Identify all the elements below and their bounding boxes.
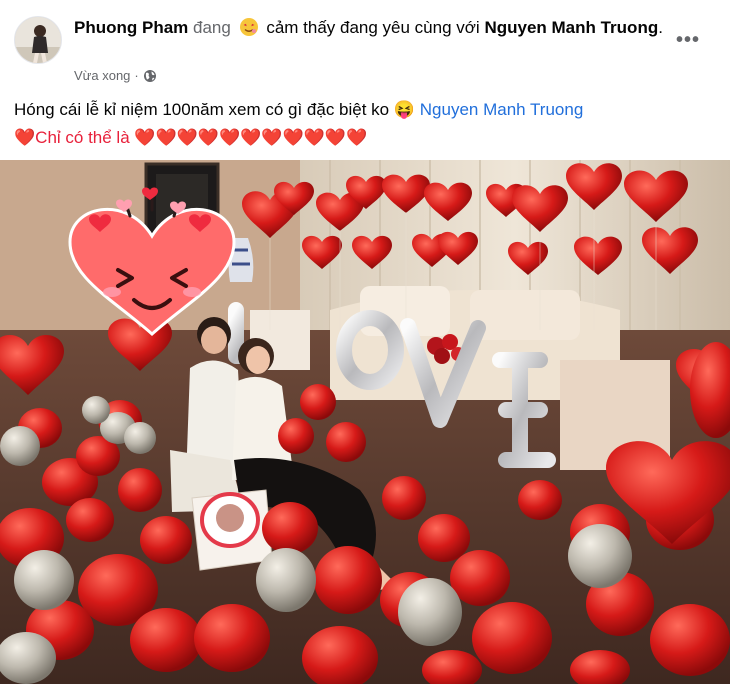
caption-line-1: Hóng cái lễ kỉ niệm 100năm xem có gì đặc… xyxy=(14,96,714,124)
tongue-out-emoji-icon: 😝 xyxy=(393,100,416,119)
tagged-suffix: . xyxy=(658,18,663,37)
caption-text: Hóng cái lễ kỉ niệm 100năm xem có gì đặc… xyxy=(14,100,390,119)
caption-line-2: ❤️Chỉ có thể là ❤️❤️❤️❤️❤️❤️❤️❤️❤️❤️❤️ xyxy=(14,124,714,152)
in-love-face-icon xyxy=(239,17,259,37)
caption-tagged-name[interactable]: Nguyen Manh Truong xyxy=(420,100,584,119)
more-options-icon: ••• xyxy=(675,28,700,51)
activity-verb: đang xyxy=(193,18,231,37)
tagged-name[interactable]: Nguyen Manh Truong xyxy=(484,18,658,37)
post-caption: Hóng cái lễ kỉ niệm 100năm xem có gì đặc… xyxy=(14,96,714,152)
post-photo[interactable] xyxy=(0,160,730,684)
post-meta: Vừa xong · xyxy=(74,67,157,85)
feeling-text: cảm thấy đang yêu cùng với xyxy=(266,18,480,37)
couple-balloons-photo xyxy=(0,160,730,684)
caption-hearts: ❤️❤️❤️❤️❤️❤️❤️❤️❤️❤️❤️ xyxy=(134,128,368,147)
post-time[interactable]: Vừa xong xyxy=(74,67,130,85)
facebook-post: Phuong Pham đang cảm thấy đang yêu cùng … xyxy=(0,0,730,684)
author-name[interactable]: Phuong Pham xyxy=(74,18,188,37)
globe-icon[interactable] xyxy=(143,69,157,83)
post-title-line: Phuong Pham đang cảm thấy đang yêu cùng … xyxy=(74,16,664,40)
post-header: Phuong Pham đang cảm thấy đang yêu cùng … xyxy=(0,0,730,92)
author-avatar[interactable] xyxy=(14,16,62,64)
more-options-button[interactable]: ••• xyxy=(668,22,708,58)
meta-separator: · xyxy=(134,68,139,83)
caption-prefix: ❤️Chỉ có thể là xyxy=(14,128,130,147)
